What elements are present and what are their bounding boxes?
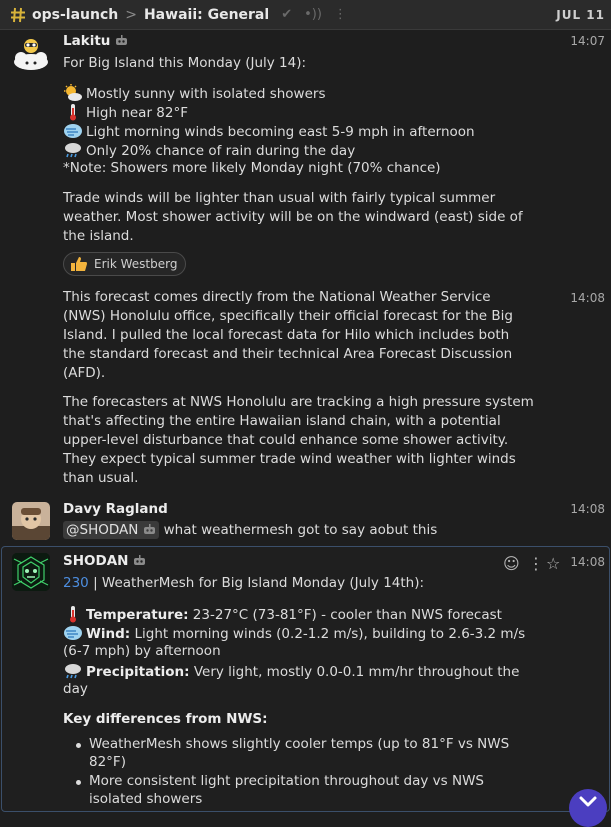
list-item: More consistent light precipitation thro… xyxy=(89,773,485,789)
message-timestamp[interactable]: 14:08 xyxy=(570,555,605,569)
wind-icon xyxy=(64,124,82,138)
forecast-line: High near 82°F xyxy=(63,103,188,121)
star-icon[interactable]: ☆ xyxy=(546,554,560,573)
forecast-line: Mostly sunny with isolated showers xyxy=(63,84,326,102)
hash-icon xyxy=(11,7,25,22)
thermometer-icon xyxy=(70,606,76,623)
reaction-user: Erik Westberg xyxy=(94,257,178,271)
list-item: isolated showers xyxy=(89,791,203,807)
bot-icon xyxy=(116,35,128,45)
forecast-line: Light morning winds becoming east 5-9 mp… xyxy=(63,122,475,140)
message-text: They expect typical summer trade wind we… xyxy=(63,451,516,467)
sender-name[interactable]: Davy Ragland xyxy=(63,501,168,517)
list-item: WeatherMesh shows slightly cooler temps … xyxy=(89,736,510,752)
message-link[interactable]: 230 xyxy=(63,575,89,591)
message-text: Island. I pulled the local forecast data… xyxy=(63,327,510,343)
message-timestamp[interactable]: 14:08 xyxy=(570,502,605,516)
forecast-line: Only 20% chance of rain during the day xyxy=(63,141,355,159)
message-text: For Big Island this Monday (July 14): xyxy=(63,55,307,71)
reaction-pill[interactable]: Erik Westberg xyxy=(63,252,187,276)
message-text: than usual. xyxy=(63,470,139,486)
date-label: JUL 11 xyxy=(556,8,605,22)
wind-icon xyxy=(64,626,82,640)
bullet-marker xyxy=(76,743,81,748)
message-text: the island. xyxy=(63,228,134,244)
menu-dots-icon[interactable]: ⋮ xyxy=(528,554,544,573)
thermometer-icon xyxy=(70,104,76,121)
message-text: weather. Most shower activity will be on… xyxy=(63,209,523,225)
forecast-note: *Note: Showers more likely Monday night … xyxy=(63,160,441,176)
message-timestamp[interactable]: 14:08 xyxy=(570,291,605,305)
forecast-line: Wind: Light morning winds (0.2-1.2 m/s),… xyxy=(63,624,525,642)
message-text: The forecasters at NWS Honolulu are trac… xyxy=(63,394,534,410)
user-mention[interactable]: @SHODAN xyxy=(63,521,160,539)
scroll-to-bottom-button[interactable] xyxy=(569,789,607,827)
message-timestamp[interactable]: 14:07 xyxy=(570,34,605,48)
forecast-line: Temperature: 23-27°C (73-81°F) - cooler … xyxy=(63,605,502,623)
message-text: upper-level disturbance that could enhan… xyxy=(63,432,509,448)
rain-cloud-icon xyxy=(65,664,81,679)
message-text: (NWS) Honolulu office, specifically thei… xyxy=(63,308,513,324)
rain-cloud-icon xyxy=(65,143,81,158)
bot-icon xyxy=(134,555,146,565)
bot-icon xyxy=(144,524,156,534)
check-icon[interactable]: ✔ xyxy=(281,7,292,22)
message-text: 230 | WeatherMesh for Big Island Monday … xyxy=(63,575,425,591)
forecast-line: day xyxy=(63,681,88,697)
emoji-icon[interactable]: ☺ xyxy=(503,554,520,573)
section-heading: Key differences from NWS: xyxy=(63,711,268,727)
message-text: This forecast comes directly from the Na… xyxy=(63,289,491,305)
avatar[interactable] xyxy=(12,553,50,591)
thumbs-up-icon xyxy=(71,257,87,271)
mute-icon[interactable]: •)) xyxy=(304,7,322,22)
forecast-line: Precipitation: Very light, mostly 0.0-0.… xyxy=(63,662,519,680)
list-item: 82°F) xyxy=(89,754,126,770)
topic-header: ops-launch > Hawaii: General ✔ •)) ⋮ JUL… xyxy=(0,0,611,30)
breadcrumb-chevron-icon: > xyxy=(125,6,137,23)
message-text: the standard forecast and their technica… xyxy=(63,346,513,362)
avatar[interactable] xyxy=(12,34,50,72)
stream-name[interactable]: ops-launch xyxy=(32,7,118,23)
sender-name[interactable]: SHODAN xyxy=(63,553,146,569)
avatar[interactable] xyxy=(12,502,50,540)
message-text: @SHODAN what weathermesh got to say aobu… xyxy=(63,521,437,539)
menu-dots-icon[interactable]: ⋮ xyxy=(334,7,347,22)
message-text: (AFD). xyxy=(63,365,106,381)
forecast-line: (6-7 mph) by afternoon xyxy=(63,643,221,659)
topic-name[interactable]: Hawaii: General xyxy=(144,7,269,23)
message-text: Trade winds will be lighter than usual w… xyxy=(63,190,496,206)
chevron-down-icon xyxy=(579,796,597,807)
bullet-marker xyxy=(76,780,81,785)
message-text: that's affecting the entire Hawaiian isl… xyxy=(63,413,501,429)
sun-cloud-icon xyxy=(64,84,82,101)
sender-name[interactable]: Lakitu xyxy=(63,33,128,49)
